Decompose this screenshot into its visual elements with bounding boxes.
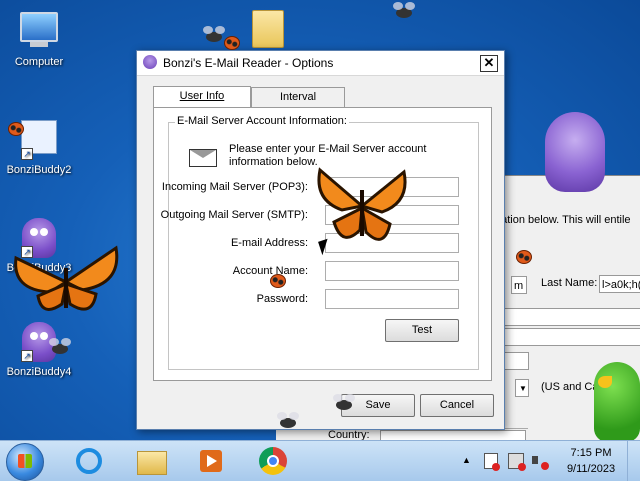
ladybug-icon xyxy=(8,122,24,136)
password-input[interactable] xyxy=(325,289,459,309)
tab-interval[interactable]: Interval xyxy=(251,87,345,108)
taskbar: ▲ 7:15 PM 9/11/2023 xyxy=(0,440,640,481)
media-player-icon[interactable] xyxy=(194,445,228,477)
last-name-field[interactable]: l>a0k;h( xyxy=(599,275,640,293)
butterfly-icon xyxy=(14,245,119,311)
desktop-icon-label: BonziBuddy2 xyxy=(6,164,72,176)
background-field[interactable] xyxy=(503,328,640,346)
save-button-label: Save xyxy=(365,399,391,411)
internet-explorer-icon[interactable] xyxy=(72,445,106,477)
chrome-icon[interactable] xyxy=(256,445,290,477)
fly-icon xyxy=(333,394,355,410)
tab-label: User Info xyxy=(179,90,225,102)
pop3-label: Incoming Mail Server (POP3): xyxy=(161,181,308,193)
envelope-icon xyxy=(187,147,217,167)
network-icon[interactable] xyxy=(508,453,526,471)
clock-time: 7:15 PM xyxy=(570,447,612,459)
show-desktop-button[interactable] xyxy=(627,441,640,481)
background-field-m[interactable]: m xyxy=(511,276,527,294)
smtp-label: Outgoing Mail Server (SMTP): xyxy=(160,209,308,221)
volume-icon[interactable] xyxy=(532,453,549,470)
desktop-icon-label: BonziBuddy4 xyxy=(6,366,72,378)
email-address-label: E-mail Address: xyxy=(230,237,308,249)
test-button-label: Test xyxy=(411,324,433,336)
computer-icon xyxy=(19,12,59,52)
clock-date: 9/11/2023 xyxy=(566,463,616,475)
account-name-label: Account Name: xyxy=(232,265,308,277)
dialog-titlebar[interactable]: Bonzi's E-Mail Reader - Options ✕ xyxy=(137,51,504,76)
ladybug-icon xyxy=(516,250,532,264)
bonzi-app-icon xyxy=(143,55,157,69)
desktop-icon-computer[interactable]: Computer xyxy=(2,8,76,68)
close-button[interactable]: ✕ xyxy=(480,55,498,72)
fly-icon xyxy=(277,412,299,428)
shortcut-arrow-icon: ↗ xyxy=(21,350,33,362)
bonzibuddy-shortcut-icon: ↗ xyxy=(19,120,59,160)
dialog-title: Bonzi's E-Mail Reader - Options xyxy=(163,56,334,70)
desktop-icon-label: Computer xyxy=(14,56,64,68)
groupbox-title: E-Mail Server Account Information: xyxy=(175,115,349,127)
folder-icon[interactable] xyxy=(252,10,284,48)
fly-icon xyxy=(393,2,415,18)
action-center-icon[interactable] xyxy=(484,453,500,471)
fly-icon xyxy=(49,338,71,354)
start-button[interactable] xyxy=(6,443,44,481)
taskbar-clock[interactable]: 7:15 PM 9/11/2023 xyxy=(558,445,624,477)
country-dropdown-arrow[interactable]: ▼ xyxy=(515,379,529,397)
background-field[interactable] xyxy=(503,308,640,326)
ladybug-icon xyxy=(270,274,286,288)
tab-label: Interval xyxy=(279,91,317,103)
ladybug-icon xyxy=(224,36,240,50)
background-field[interactable] xyxy=(503,352,529,370)
fly-icon xyxy=(203,26,225,42)
cancel-button-label: Cancel xyxy=(439,399,475,411)
tab-user-info[interactable]: User Info xyxy=(153,86,251,109)
background-instruction-text: nation below. This will entile xyxy=(495,214,631,226)
parrot-icon xyxy=(594,362,640,442)
last-name-label: Last Name: xyxy=(541,277,598,289)
file-explorer-icon[interactable] xyxy=(134,445,168,477)
password-label: Password: xyxy=(256,293,308,305)
shortcut-arrow-icon: ↗ xyxy=(21,148,33,160)
cancel-button[interactable]: Cancel xyxy=(420,394,494,417)
bonzi-character xyxy=(545,112,605,192)
show-hidden-icons-button[interactable]: ▲ xyxy=(462,455,471,465)
test-button[interactable]: Test xyxy=(385,319,459,342)
account-name-input[interactable] xyxy=(325,261,459,281)
